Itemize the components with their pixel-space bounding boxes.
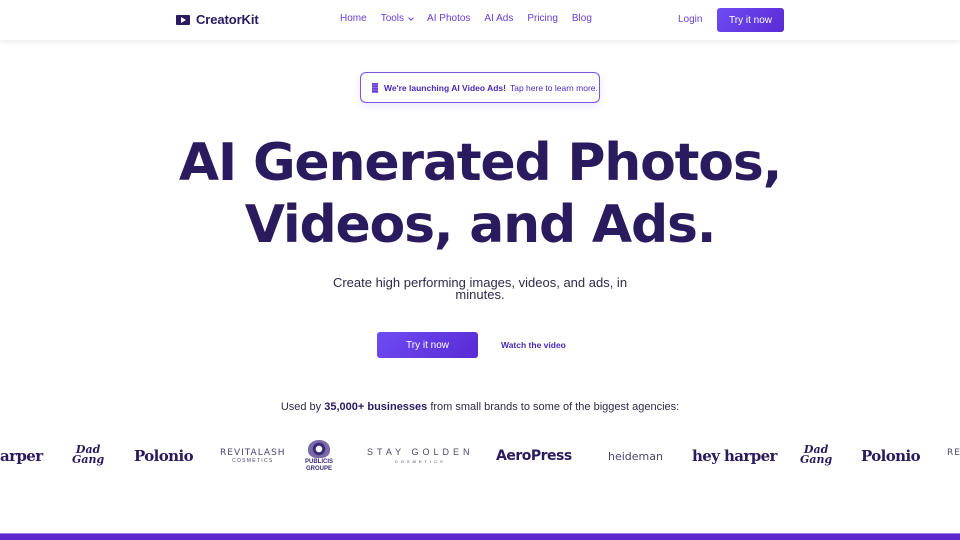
logo-polonio-repeat: Polonio — [861, 447, 921, 465]
logo-stay-golden-line-1: STAY GOLDEN — [367, 447, 474, 457]
hero-title-line-1: AI Generated Photos, — [178, 133, 782, 193]
logo-polonio: Polonio — [134, 447, 194, 465]
logo-dad-gang-repeat: Dad Gang — [800, 444, 833, 466]
brand-logo-carousel: arper Dad Gang Polonio REVITALASH COSMET… — [0, 436, 960, 476]
logo-revitalash-line-2: COSMETICS — [232, 458, 274, 464]
hero-subtitle: Create high performing images, videos, a… — [332, 275, 628, 302]
logo-heideman: heideman — [608, 450, 663, 463]
logo-publicis-line-2: GROUPE — [306, 466, 333, 472]
social-proof-suffix: from small brands to some of the biggest… — [427, 401, 680, 413]
logo-hey-harper: hey harper — [692, 447, 777, 465]
site-header: CreatorKit Home Tools AI Photos AI Ads P… — [0, 0, 960, 40]
watch-video-link[interactable]: Watch the video — [501, 340, 566, 350]
logo-aeropress: AeroPress — [496, 448, 572, 464]
social-proof-prefix: Used by — [280, 401, 325, 413]
nav-home-label: Home — [340, 13, 367, 24]
logo-revitalash-partial: RE — [947, 448, 960, 458]
logo-dad-gang: Dad Gang — [72, 444, 105, 466]
nav-ai-ads-label: AI Ads — [484, 13, 514, 24]
hero-title-line-2: Videos, and Ads. — [244, 195, 717, 255]
next-section-edge — [0, 533, 960, 540]
try-it-now-header-button[interactable]: Try it now — [717, 8, 784, 32]
lion-emblem-icon — [308, 440, 330, 458]
logo-publicis-groupe: PUBLICIS GROUPE — [305, 440, 333, 473]
logo-dad-gang-line-2: Gang — [72, 453, 105, 466]
announcement-banner[interactable]: We're launching AI Video Ads! Tap here t… — [360, 72, 600, 103]
try-it-now-hero-button[interactable]: Try it now — [377, 332, 478, 358]
logo-revitalash-line-1: REVITALASH — [220, 448, 286, 458]
nav-blog[interactable]: Blog — [572, 13, 592, 24]
nav-tools-label: Tools — [380, 13, 405, 24]
nav-ai-photos-label: AI Photos — [427, 13, 471, 24]
banner-link[interactable]: Tap here to learn more. — [510, 83, 598, 93]
nav-tools[interactable]: Tools — [380, 13, 414, 24]
hero-title: AI Generated Photos, Videos, and Ads. — [0, 132, 960, 256]
nav-ai-ads[interactable]: AI Ads — [484, 13, 513, 24]
main-nav: Home Tools AI Photos AI Ads Pricing Blog — [340, 13, 606, 24]
nav-pricing-label: Pricing — [527, 13, 558, 24]
social-proof-text: Used by 35,000+ businesses from small br… — [0, 401, 960, 413]
nav-home[interactable]: Home — [340, 13, 367, 24]
play-logo-icon — [176, 14, 190, 25]
logo-hey-harper-partial: arper — [0, 447, 43, 465]
logo-stay-golden-line-2: COSMETICS — [394, 459, 446, 464]
banner-headline: We're launching AI Video Ads! — [384, 82, 506, 93]
logo-stay-golden: STAY GOLDEN COSMETICS — [367, 447, 474, 464]
logo-dad-gang-repeat-line-2: Gang — [800, 453, 833, 466]
logo-text: CreatorKit — [196, 12, 259, 27]
nav-blog-label: Blog — [571, 13, 592, 24]
login-link[interactable]: Login — [678, 14, 702, 25]
social-proof-highlight: 35,000+ businesses — [324, 401, 428, 413]
logo-revitalash-partial-text: RE — [947, 448, 960, 458]
nav-ai-photos[interactable]: AI Photos — [427, 13, 470, 24]
film-strip-icon — [372, 82, 378, 93]
nav-pricing[interactable]: Pricing — [527, 13, 558, 24]
logo-publicis-line-1: PUBLICIS — [305, 459, 334, 465]
logo-revitalash: REVITALASH COSMETICS — [220, 448, 286, 464]
logo[interactable]: CreatorKit — [176, 12, 259, 27]
chevron-down-icon — [408, 14, 414, 21]
